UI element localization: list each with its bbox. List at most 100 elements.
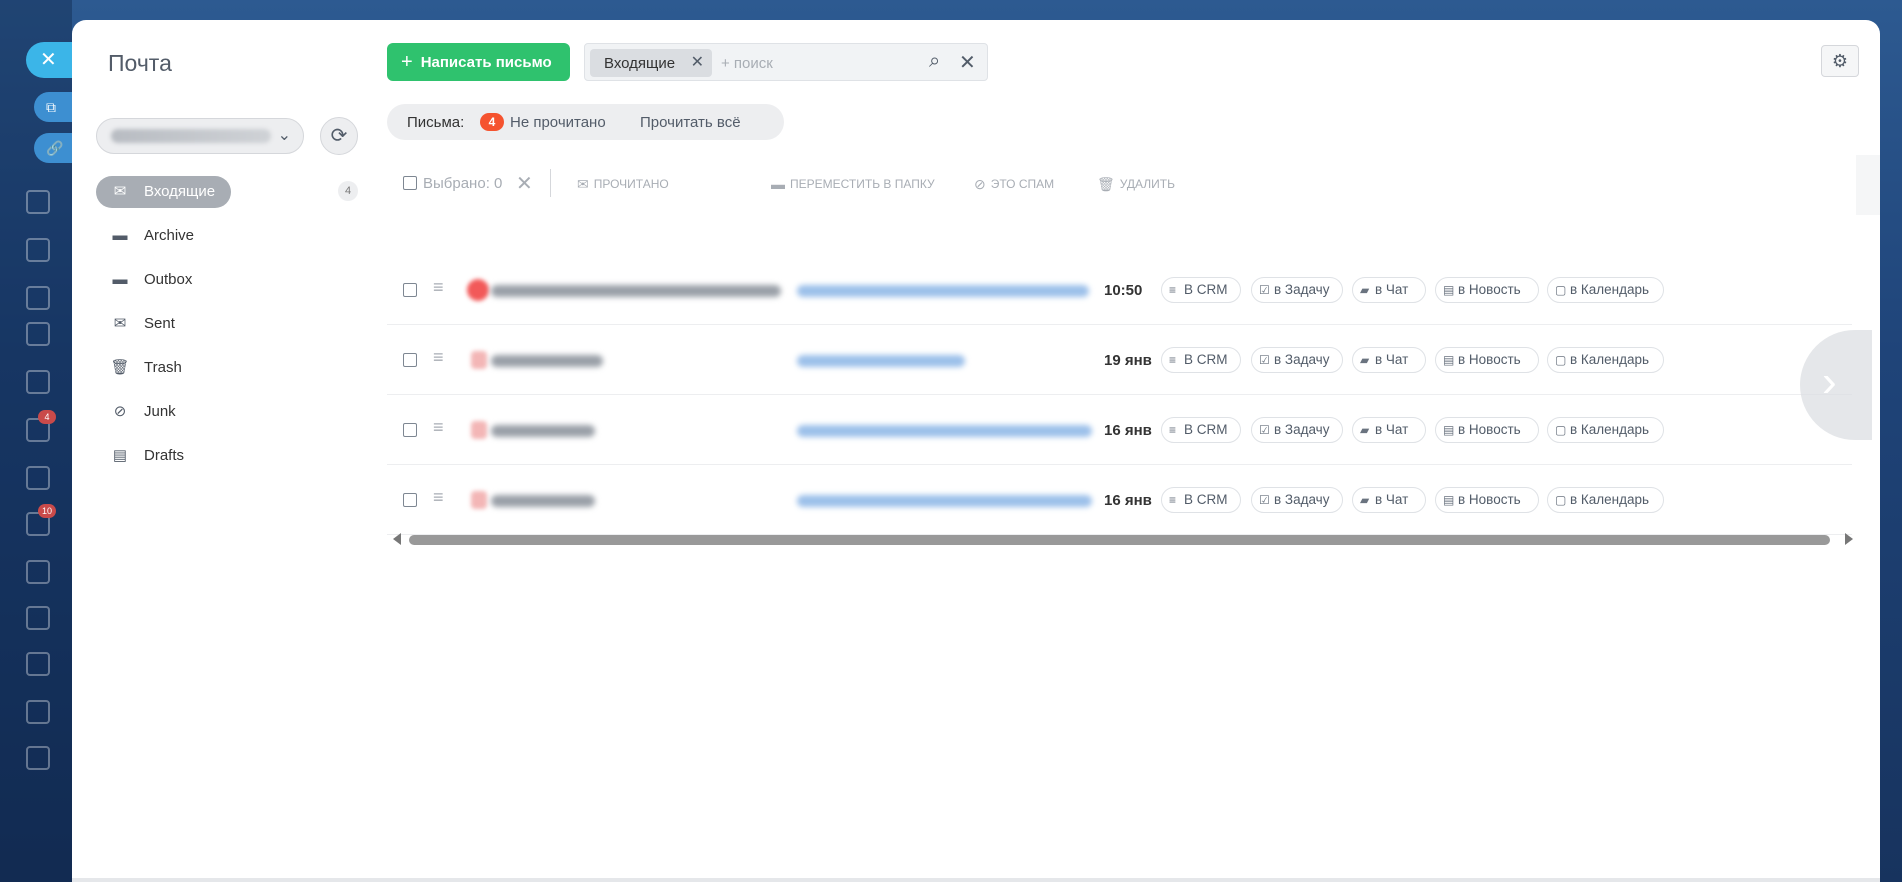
folder-outbox[interactable]: ▬ Outbox — [96, 264, 366, 296]
subject-blurred[interactable] — [797, 355, 965, 367]
read-all-button[interactable]: Прочитать всё — [640, 114, 741, 131]
to-calendar-button[interactable]: ▢ в Календарь — [1547, 487, 1664, 513]
table-row[interactable]: ≡ 10:50 ≡ В CRM ☑ в Задачу ▰ в Чат ▤ в Новос… — [387, 255, 1852, 325]
clear-selection-icon[interactable]: ✕ — [516, 171, 533, 196]
search-chip-label: Входящие — [604, 55, 676, 72]
contacts-icon[interactable] — [26, 466, 50, 490]
to-news-button[interactable]: ▤ в Новость — [1435, 277, 1539, 303]
to-task-button[interactable]: ☑ в Задачу — [1251, 417, 1343, 443]
search-icon[interactable]: ⌕ — [929, 50, 940, 73]
to-news-button[interactable]: ▤ в Новость — [1435, 487, 1539, 513]
move-to-folder-button[interactable]: ▬ Переместить в папку — [771, 176, 935, 192]
subject-blurred[interactable] — [797, 285, 1089, 297]
marketing-icon[interactable] — [26, 746, 50, 770]
avatar — [471, 491, 487, 509]
drive-icon[interactable] — [26, 370, 50, 394]
action-label: в Календарь — [1570, 352, 1650, 367]
to-crm-button[interactable]: ≡ В CRM — [1161, 277, 1241, 303]
mail-sidebar: Почта ⌄ ⟳ ✉ Входящие 4 ▬ Archive ▬ Outbo… — [72, 20, 372, 882]
sender-blurred — [491, 355, 603, 367]
mark-read-button[interactable]: ✉ Прочитано — [577, 176, 669, 193]
scroll-left-icon[interactable] — [393, 533, 401, 545]
search-box[interactable]: Входящие ✕ ⌕ ✕ — [584, 43, 988, 81]
subject-blurred[interactable] — [797, 495, 1092, 507]
horizontal-scrollbar[interactable] — [387, 532, 1857, 548]
to-chat-button[interactable]: ▰ в Чат — [1352, 417, 1426, 443]
drag-handle-icon[interactable]: ≡ — [433, 277, 444, 298]
calendar-icon: ▢ — [1555, 423, 1567, 437]
to-chat-button[interactable]: ▰ в Чат — [1352, 487, 1426, 513]
row-checkbox[interactable] — [403, 353, 417, 367]
table-row[interactable]: ≡ 16 янв ≡ В CRM ☑ в Задачу ▰ в Чат ▤ в Ново… — [387, 395, 1852, 465]
drag-handle-icon[interactable]: ≡ — [433, 487, 444, 508]
to-task-button[interactable]: ☑ в Задачу — [1251, 277, 1343, 303]
scroll-right-icon[interactable] — [1845, 533, 1853, 545]
folder-label: Drafts — [144, 447, 185, 464]
close-icon[interactable]: ✕ — [959, 50, 976, 75]
robot-icon[interactable] — [26, 652, 50, 676]
settings-button[interactable]: ⚙ — [1821, 45, 1859, 77]
row-checkbox[interactable] — [403, 493, 417, 507]
scrollbar-thumb[interactable] — [409, 535, 1830, 545]
mail-panel: Почта ⌄ ⟳ ✉ Входящие 4 ▬ Archive ▬ Outbo… — [72, 20, 1880, 882]
remove-chip-icon[interactable]: ✕ — [691, 52, 704, 72]
spam-button[interactable]: ⊘ Это спам — [974, 176, 1054, 193]
filter-icon: ≡ — [1169, 423, 1177, 437]
folder-drafts[interactable]: ▤ Drafts — [96, 440, 366, 472]
chat-icon[interactable] — [26, 190, 50, 214]
folder-label: Входящие — [144, 183, 216, 200]
to-calendar-button[interactable]: ▢ в Календарь — [1547, 347, 1664, 373]
messenger-icon[interactable] — [26, 286, 50, 310]
message-time: 19 янв — [1104, 352, 1152, 369]
delete-button[interactable]: 🗑 Удалить — [1097, 176, 1175, 193]
list-edge — [1856, 155, 1880, 215]
action-label: в Новость — [1458, 422, 1521, 437]
select-all-checkbox[interactable] — [403, 176, 417, 190]
to-chat-button[interactable]: ▰ в Чат — [1352, 347, 1426, 373]
folder-archive[interactable]: ▬ Archive — [96, 220, 366, 252]
feed-icon[interactable] — [26, 238, 50, 262]
to-news-button[interactable]: ▤ в Новость — [1435, 347, 1539, 373]
bulk-actions-bar: Выбрано: 0 ✕ ✉ Прочитано ▬ Переместить в п… — [387, 165, 1787, 201]
to-task-button[interactable]: ☑ в Задачу — [1251, 487, 1343, 513]
avatar — [471, 351, 487, 369]
search-input[interactable] — [721, 50, 921, 76]
calendar-icon[interactable] — [26, 322, 50, 346]
mailbox-select[interactable]: ⌄ — [96, 118, 304, 154]
close-slider-button[interactable]: ✕ — [26, 42, 72, 78]
folder-trash[interactable]: 🗑 Trash — [96, 352, 366, 384]
search-filter-chip[interactable]: Входящие ✕ — [590, 49, 712, 77]
chat-icon: ▰ — [1360, 353, 1370, 367]
unread-count-badge[interactable]: 4 — [480, 113, 504, 131]
open-external-icon[interactable]: ⧉ — [34, 92, 72, 122]
letters-filter-bar: Письма: 4 Не прочитано Прочитать всё — [387, 104, 784, 140]
to-calendar-button[interactable]: ▢ в Календарь — [1547, 417, 1664, 443]
action-label: В CRM — [1184, 282, 1228, 297]
folder-sent[interactable]: ✉ Sent — [96, 308, 366, 340]
to-crm-button[interactable]: ≡ В CRM — [1161, 347, 1241, 373]
to-crm-button[interactable]: ≡ В CRM — [1161, 417, 1241, 443]
drag-handle-icon[interactable]: ≡ — [433, 417, 444, 438]
filter-icon: ≡ — [1169, 493, 1177, 507]
to-news-button[interactable]: ▤ в Новость — [1435, 417, 1539, 443]
folder-inbox[interactable]: ✉ Входящие — [96, 176, 366, 208]
row-checkbox[interactable] — [403, 423, 417, 437]
copy-link-icon[interactable]: 🔗 — [34, 133, 72, 163]
crm-icon[interactable] — [26, 560, 50, 584]
to-chat-button[interactable]: ▰ в Чат — [1352, 277, 1426, 303]
refresh-button[interactable]: ⟳ — [320, 117, 358, 155]
compose-button[interactable]: + Написать письмо — [387, 43, 570, 81]
to-calendar-button[interactable]: ▢ в Календарь — [1547, 277, 1664, 303]
drag-handle-icon[interactable]: ≡ — [433, 347, 444, 368]
to-task-button[interactable]: ☑ в Задачу — [1251, 347, 1343, 373]
folder-label: Trash — [144, 359, 182, 376]
row-checkbox[interactable] — [403, 283, 417, 297]
table-row[interactable]: ≡ 16 янв ≡ В CRM ☑ в Задачу ▰ в Чат ▤ в Ново… — [387, 465, 1852, 535]
to-crm-button[interactable]: ≡ В CRM — [1161, 487, 1241, 513]
folder-junk[interactable]: ⊘ Junk — [96, 396, 366, 428]
unread-filter[interactable]: Не прочитано — [510, 114, 606, 131]
company-icon[interactable] — [26, 700, 50, 724]
table-row[interactable]: ≡ 19 янв ≡ В CRM ☑ в Задачу ▰ в Чат ▤ в Ново… — [387, 325, 1852, 395]
subject-blurred[interactable] — [797, 425, 1092, 437]
sites-icon[interactable] — [26, 606, 50, 630]
